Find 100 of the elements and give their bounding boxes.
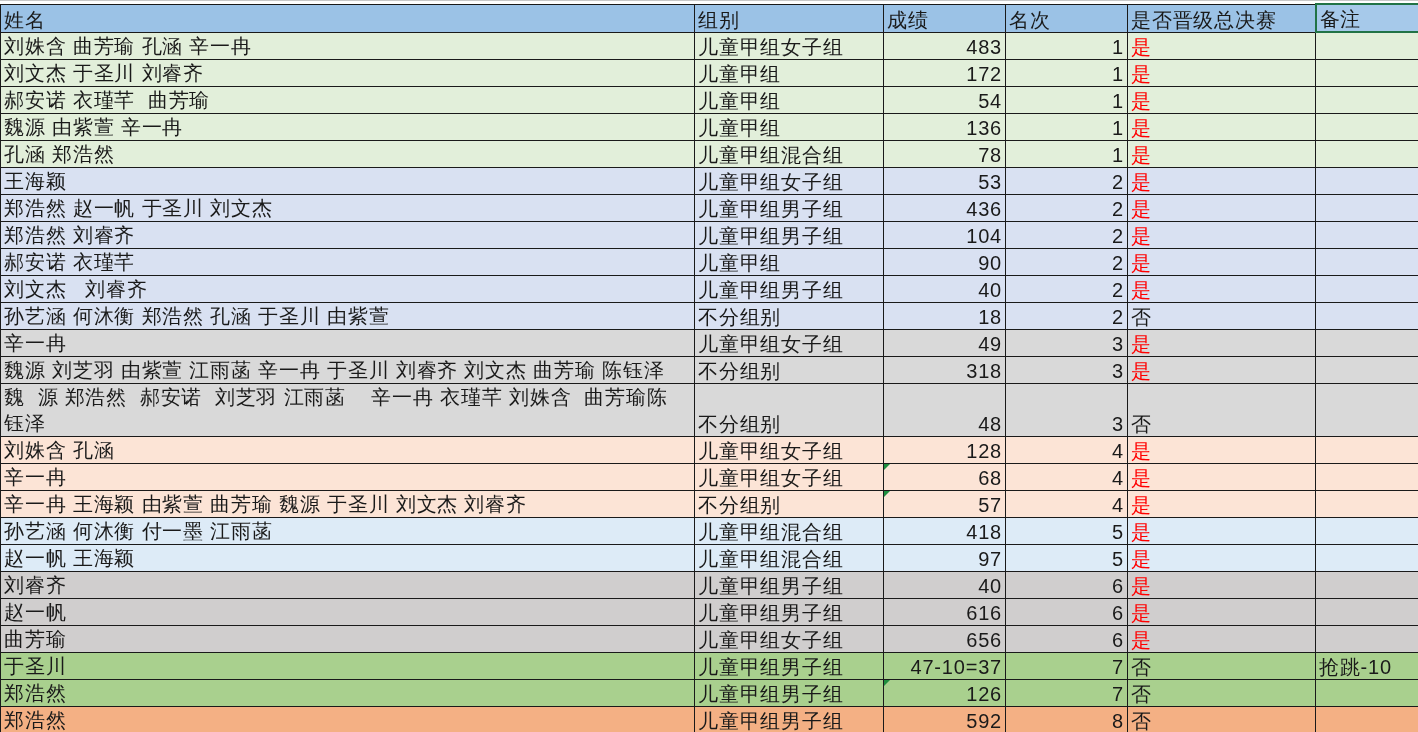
table-cell: 3	[1005, 329, 1128, 356]
table-cell: 赵一帆 王海颖	[0, 544, 695, 571]
table-cell: 97	[883, 544, 1006, 571]
table-cell: 儿童甲组男子组	[694, 194, 884, 221]
table-cell: 辛一冉	[0, 329, 695, 356]
table-cell: 是	[1127, 625, 1316, 652]
table-cell: 是	[1127, 113, 1316, 140]
table-cell: 是	[1127, 544, 1316, 571]
table-cell: 3	[1005, 383, 1128, 436]
column-header[interactable]: 姓名	[0, 4, 695, 32]
table-cell: 126	[883, 679, 1006, 706]
table-cell: 不分组别	[694, 302, 884, 329]
table-cell: 2	[1005, 302, 1128, 329]
table-cell: 儿童甲组女子组	[694, 167, 884, 194]
table-cell: 656	[883, 625, 1006, 652]
table-cell: 40	[883, 275, 1006, 302]
table-cell: 儿童甲组男子组	[694, 652, 884, 679]
table-cell: 郑浩然	[0, 706, 695, 732]
table-cell: 4	[1005, 490, 1128, 517]
table-cell: 436	[883, 194, 1006, 221]
table-cell: 儿童甲组女子组	[694, 329, 884, 356]
table-cell: 是	[1127, 140, 1316, 167]
table-cell: 104	[883, 221, 1006, 248]
table-cell: 是	[1127, 463, 1316, 490]
column-header[interactable]: 备注	[1315, 4, 1418, 32]
table-cell: 是	[1127, 221, 1316, 248]
table-cell: 2	[1005, 167, 1128, 194]
table-cell: 54	[883, 86, 1006, 113]
table-cell: 是	[1127, 194, 1316, 221]
table-cell: 418	[883, 517, 1006, 544]
table-cell: 40	[883, 571, 1006, 598]
column-header[interactable]: 名次	[1005, 4, 1128, 32]
table-cell: 2	[1005, 194, 1128, 221]
column-header[interactable]: 是否晋级总决赛	[1127, 4, 1316, 32]
table-cell: 孔涵 郑浩然	[0, 140, 695, 167]
table-cell: 刘姝含 曲芳瑜 孔涵 辛一冉	[0, 32, 695, 59]
table-cell: 2	[1005, 248, 1128, 275]
table-cell: 49	[883, 329, 1006, 356]
table-cell: 2	[1005, 221, 1128, 248]
table-cell: 孙艺涵 何沐衡 郑浩然 孔涵 于圣川 由紫萱	[0, 302, 695, 329]
table-cell: 是	[1127, 571, 1316, 598]
table-cell: 4	[1005, 436, 1128, 463]
table-cell: 郝安诺 衣瑾芊	[0, 248, 695, 275]
table-cell: 6	[1005, 598, 1128, 625]
table-cell: 儿童甲组	[694, 113, 884, 140]
table-cell: 刘姝含 孔涵	[0, 436, 695, 463]
table-cell: 儿童甲组男子组	[694, 598, 884, 625]
table-cell: 5	[1005, 544, 1128, 571]
table-cell: 辛一冉 王海颖 由紫萱 曲芳瑜 魏源 于圣川 刘文杰 刘睿齐	[0, 490, 695, 517]
table-cell: 辛一冉	[0, 463, 695, 490]
table-cell: 郝安诺 衣瑾芊 曲芳瑜	[0, 86, 695, 113]
table-cell: 曲芳瑜	[0, 625, 695, 652]
column-header[interactable]: 成绩	[883, 4, 1006, 32]
table-cell: 是	[1127, 32, 1316, 59]
table-cell: 否	[1127, 383, 1316, 436]
table-cell: 刘文杰 刘睿齐	[0, 275, 695, 302]
table-cell: 否	[1127, 302, 1316, 329]
table-cell: 90	[883, 248, 1006, 275]
table-cell: 是	[1127, 356, 1316, 383]
table-cell: 刘睿齐	[0, 571, 695, 598]
table-cell: 儿童甲组男子组	[694, 571, 884, 598]
table-cell: 儿童甲组女子组	[694, 32, 884, 59]
table-cell: 128	[883, 436, 1006, 463]
table-cell: 儿童甲组混合组	[694, 544, 884, 571]
table-cell: 18	[883, 302, 1006, 329]
table-cell: 魏源 由紫萱 辛一冉	[0, 113, 695, 140]
table-cell: 儿童甲组女子组	[694, 463, 884, 490]
table-cell: 7	[1005, 679, 1128, 706]
table-cell: 不分组别	[694, 383, 884, 436]
table-cell: 儿童甲组女子组	[694, 436, 884, 463]
table-cell: 是	[1127, 490, 1316, 517]
table-cell: 是	[1127, 167, 1316, 194]
table-cell: 68	[883, 463, 1006, 490]
table-cell: 儿童甲组混合组	[694, 517, 884, 544]
table-cell: 儿童甲组	[694, 248, 884, 275]
table-cell: 616	[883, 598, 1006, 625]
table-cell: 是	[1127, 329, 1316, 356]
table-cell: 是	[1127, 248, 1316, 275]
table-cell: 1	[1005, 113, 1128, 140]
table-cell: 6	[1005, 625, 1128, 652]
table-cell: 是	[1127, 436, 1316, 463]
table-cell: 郑浩然	[0, 679, 695, 706]
table-cell: 47-10=37	[883, 652, 1006, 679]
table-cell: 王海颖	[0, 167, 695, 194]
table-cell: 郑浩然 刘睿齐	[0, 221, 695, 248]
table-cell: 483	[883, 32, 1006, 59]
table-cell: 是	[1127, 59, 1316, 86]
table-cell: 是	[1127, 517, 1316, 544]
table-cell: 不分组别	[694, 490, 884, 517]
table-cell: 1	[1005, 59, 1128, 86]
column-header[interactable]: 组别	[694, 4, 884, 32]
table-cell: 是	[1127, 86, 1316, 113]
table-cell: 否	[1127, 652, 1316, 679]
table-cell: 2	[1005, 275, 1128, 302]
table-cell: 是	[1127, 275, 1316, 302]
table-cell: 否	[1127, 679, 1316, 706]
table-cell: 48	[883, 383, 1006, 436]
table-cell: 儿童甲组男子组	[694, 221, 884, 248]
table-cell: 1	[1005, 140, 1128, 167]
table-cell: 1	[1005, 86, 1128, 113]
